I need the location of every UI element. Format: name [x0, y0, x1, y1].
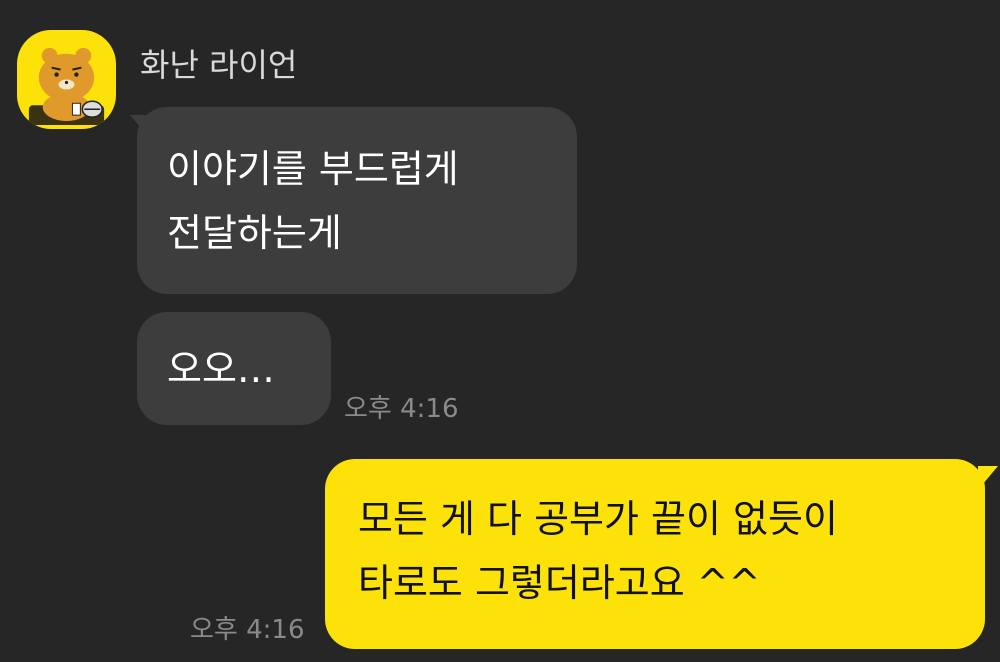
ryan-character-icon [28, 47, 105, 126]
received-message-bubble[interactable]: 이야기를 부드럽게 전달하는게 [137, 107, 577, 294]
message-timestamp: 오후 4:16 [190, 615, 305, 645]
sender-avatar[interactable] [17, 30, 116, 129]
sent-message-bubble[interactable]: 모든 게 다 공부가 끝이 없듯이 타로도 그렇더라고요 ^^ [325, 459, 985, 649]
message-timestamp: 오후 4:16 [344, 394, 459, 424]
sender-name: 화난 라이언 [140, 46, 298, 84]
received-message-bubble[interactable]: 오오… [137, 312, 331, 425]
